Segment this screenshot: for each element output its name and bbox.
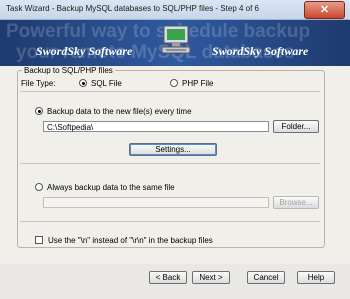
newline-checkbox-label: Use the "\n" instead of "\r\n" in the ba… [48,236,213,245]
new-file-radio-indicator[interactable] [35,107,43,115]
folder-button[interactable]: Folder... [273,120,319,133]
php-file-label: PHP File [182,79,214,88]
same-file-radio-indicator[interactable] [35,183,43,191]
same-file-radio[interactable]: Always backup data to the same file [35,183,175,192]
divider [20,221,320,222]
help-button[interactable]: Help [297,271,335,284]
file-type-label: File Type: [21,79,56,88]
brand-right: SwordSky Software [212,44,309,58]
browse-button[interactable]: Browse... [273,196,319,209]
cancel-button[interactable]: Cancel [247,271,285,284]
sql-file-radio[interactable]: SQL File [79,79,122,88]
sql-radio-indicator[interactable] [79,79,87,87]
close-button[interactable]: ✕ [304,1,345,19]
header-banner: Powerful way to schedule backup your rem… [0,20,350,66]
php-file-radio[interactable]: PHP File [170,79,213,88]
wizard-content: Backup to SQL/PHP files File Type: SQL F… [0,66,350,264]
back-button[interactable]: < Back [149,271,187,284]
close-icon: ✕ [319,4,330,16]
php-radio-indicator[interactable] [170,79,178,87]
divider [20,91,320,92]
sql-file-label: SQL File [91,79,122,88]
same-file-label: Always backup data to the same file [47,183,175,192]
computer-icon [161,25,191,54]
new-file-radio[interactable]: Backup data to the new file(s) every tim… [35,107,192,116]
next-button[interactable]: Next > [192,271,230,284]
brand-left: SwordSky Software [36,44,133,58]
newline-checkbox[interactable]: Use the "\n" instead of "\r\n" in the ba… [35,236,213,245]
folder-path-input[interactable]: C:\Softpedia\ [43,121,269,132]
same-file-path-input[interactable] [43,197,269,208]
newline-checkbox-box[interactable] [35,236,43,244]
settings-button[interactable]: Settings... [129,143,217,156]
divider [20,163,320,164]
group-legend: Backup to SQL/PHP files [24,66,113,75]
title-bar: Task Wizard - Backup MySQL databases to … [0,0,350,20]
new-file-label: Backup data to the new file(s) every tim… [47,107,192,116]
window-title: Task Wizard - Backup MySQL databases to … [6,4,259,13]
